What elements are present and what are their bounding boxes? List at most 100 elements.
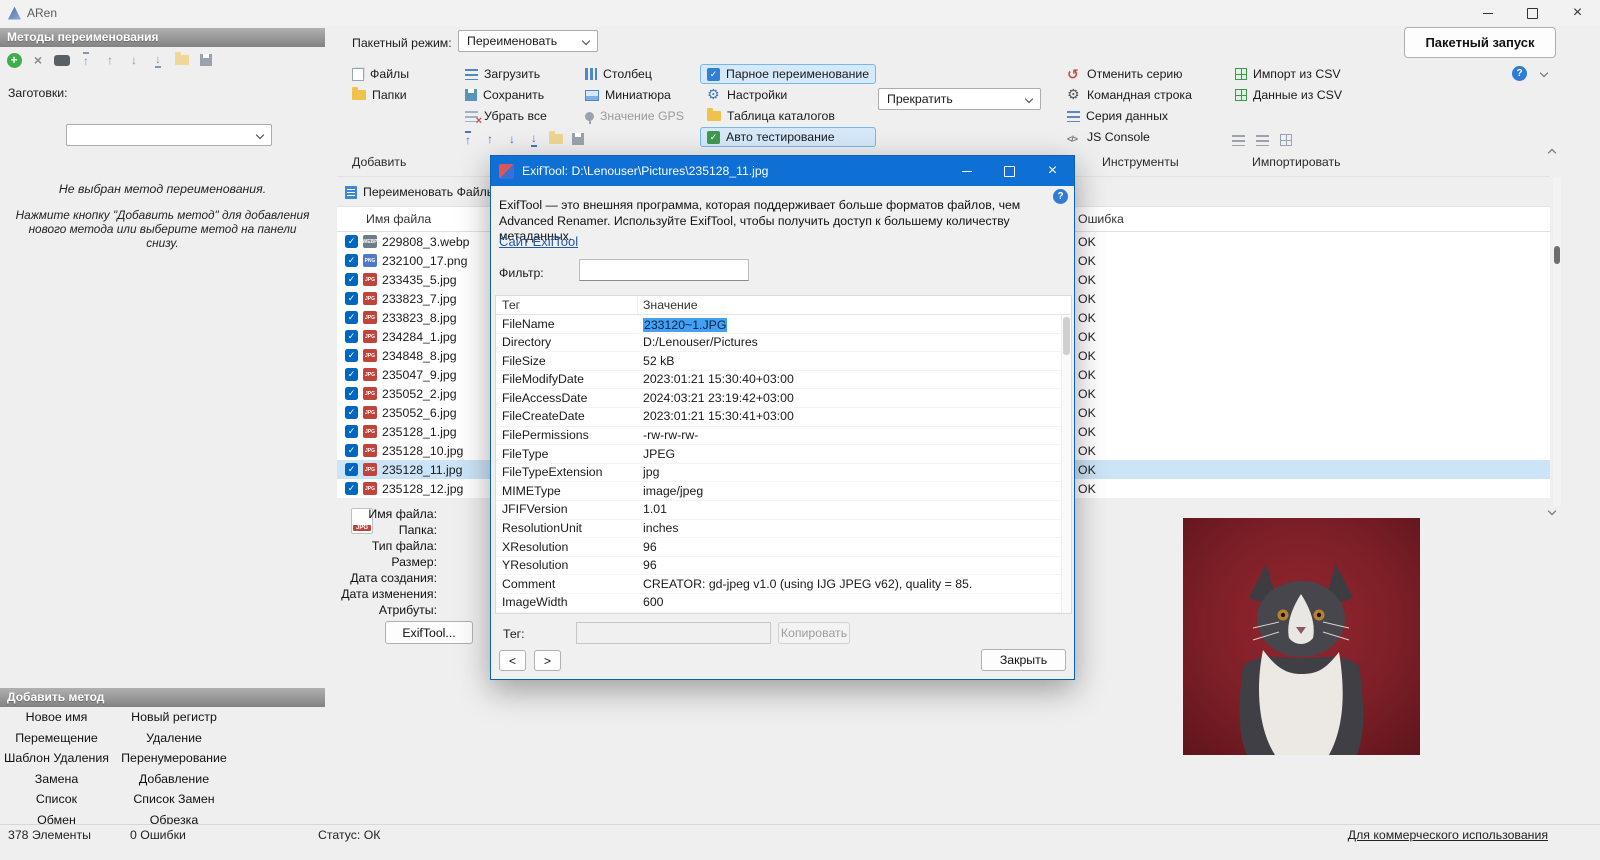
- checkbox-checked-icon[interactable]: [345, 292, 358, 305]
- filename-column-header[interactable]: Имя файла: [337, 212, 431, 226]
- checkbox-checked-icon[interactable]: [345, 311, 358, 324]
- method-item[interactable]: Список Замен: [113, 792, 235, 806]
- clear-all-button[interactable]: Убрать все: [458, 106, 588, 127]
- exif-row[interactable]: Directory D:/Lenouser/Pictures: [496, 334, 1071, 353]
- batch-run-button[interactable]: Пакетный запуск: [1404, 27, 1556, 58]
- import-csv-button[interactable]: Импорт из CSV: [1228, 64, 1349, 84]
- checkbox-checked-icon[interactable]: [345, 330, 358, 343]
- file-list-scrollbar-thumb[interactable]: [1554, 246, 1560, 264]
- tag-column-header[interactable]: Тег: [502, 298, 520, 312]
- add-method-icon-button[interactable]: [4, 50, 24, 70]
- dialog-maximize-button[interactable]: [988, 156, 1031, 186]
- filter-input[interactable]: [579, 259, 749, 281]
- exif-row[interactable]: ImageWidth 600: [496, 594, 1071, 613]
- method-item[interactable]: Добавление: [113, 772, 235, 786]
- presets-dropdown[interactable]: [66, 124, 272, 146]
- checkbox-checked-icon[interactable]: [345, 387, 358, 400]
- maximize-button[interactable]: [1510, 0, 1555, 26]
- checkbox-checked-icon[interactable]: [345, 406, 358, 419]
- exif-row[interactable]: JFIFVersion 1.01: [496, 501, 1071, 520]
- collapse-ribbon-icon[interactable]: [1539, 68, 1549, 78]
- checkbox-checked-icon[interactable]: [345, 482, 358, 495]
- exif-row[interactable]: FilePermissions -rw-rw-rw-: [496, 427, 1071, 446]
- method-move-up-button[interactable]: ↑: [100, 50, 120, 70]
- thumbnail-button[interactable]: Миниатюра: [578, 85, 691, 105]
- file-list-scrollbar[interactable]: [1553, 178, 1561, 506]
- folders-button[interactable]: Папки: [345, 85, 416, 105]
- exif-row[interactable]: FileSize 52 kB: [496, 352, 1071, 371]
- prev-tag-button[interactable]: <: [499, 650, 526, 671]
- minimize-button[interactable]: [1465, 0, 1510, 26]
- method-move-top-button[interactable]: ↑: [76, 50, 96, 70]
- checkbox-checked-icon[interactable]: [345, 273, 358, 286]
- data-series-button[interactable]: Серия данных: [1060, 106, 1199, 126]
- help-icon[interactable]: [1512, 66, 1527, 81]
- exif-row[interactable]: FileCreateDate 2023:01:21 15:30:41+03:00: [496, 408, 1071, 427]
- folder-sort-button[interactable]: [546, 129, 566, 149]
- exif-row[interactable]: YResolution 96: [496, 557, 1071, 576]
- method-move-bottom-button[interactable]: ↓: [148, 50, 168, 70]
- import-list2-button[interactable]: [1252, 130, 1272, 150]
- checkbox-checked-icon[interactable]: [345, 463, 358, 476]
- save-list-button[interactable]: Сохранить: [458, 85, 588, 105]
- method-item[interactable]: Перемещение: [0, 731, 113, 745]
- checkbox-checked-icon[interactable]: [345, 444, 358, 457]
- dialog-close-icon[interactable]: [1031, 156, 1074, 186]
- column-button[interactable]: Столбец: [578, 64, 691, 84]
- error-column-header[interactable]: Ошибка: [1078, 212, 1124, 226]
- exif-row[interactable]: ResolutionUnit inches: [496, 520, 1071, 539]
- method-options-button[interactable]: [52, 50, 72, 70]
- dialog-minimize-button[interactable]: [945, 156, 988, 186]
- checkbox-checked-icon[interactable]: [345, 349, 358, 362]
- close-dialog-button[interactable]: Закрыть: [981, 649, 1066, 671]
- undo-batch-button[interactable]: Отменить серию: [1060, 64, 1199, 84]
- method-item[interactable]: Список: [0, 792, 113, 806]
- method-item[interactable]: Перенумерование: [113, 751, 235, 765]
- method-item[interactable]: Обрезка: [113, 813, 235, 824]
- exif-table-scrollbar[interactable]: [1061, 315, 1071, 613]
- auto-test-toggle[interactable]: Авто тестирование: [700, 127, 877, 147]
- files-button[interactable]: Файлы: [345, 64, 416, 84]
- exif-row[interactable]: FileModifyDate 2023:01:21 15:30:40+03:00: [496, 371, 1071, 390]
- checkbox-checked-icon[interactable]: [345, 368, 358, 381]
- next-tag-button[interactable]: >: [534, 650, 561, 671]
- exif-row[interactable]: Comment CREATOR: gd-jpeg v1.0 (using IJG…: [496, 575, 1071, 594]
- exif-row[interactable]: FileName 233120~1.JPG: [496, 315, 1071, 334]
- js-console-button[interactable]: JS Console: [1060, 127, 1199, 147]
- method-item[interactable]: Новый регистр: [113, 710, 235, 724]
- method-item[interactable]: Замена: [0, 772, 113, 786]
- scroll-down-icon[interactable]: [1547, 506, 1557, 516]
- stop-dropdown[interactable]: Прекратить: [878, 88, 1041, 110]
- rename-files-tab[interactable]: Переименовать Файлы: [345, 185, 496, 199]
- method-item[interactable]: Шаблон Удаления: [0, 751, 113, 765]
- data-from-csv-button[interactable]: Данные из CSV: [1228, 85, 1349, 105]
- value-column-header[interactable]: Значение: [643, 298, 698, 312]
- move-down-button[interactable]: ↓: [502, 129, 522, 149]
- import-list-button[interactable]: [1228, 130, 1248, 150]
- tag-input[interactable]: [576, 622, 771, 644]
- exif-row[interactable]: XResolution 96: [496, 538, 1071, 557]
- scroll-up-icon[interactable]: [1547, 148, 1557, 158]
- exif-row[interactable]: FileAccessDate 2024:03:21 23:19:42+03:00: [496, 389, 1071, 408]
- method-item[interactable]: Новое имя: [0, 710, 113, 724]
- move-to-bottom-button[interactable]: ↓: [524, 129, 544, 149]
- import-grid-button[interactable]: [1276, 130, 1296, 150]
- move-up-button[interactable]: ↑: [480, 129, 500, 149]
- exif-row[interactable]: MIMEType image/jpeg: [496, 482, 1071, 501]
- copy-button[interactable]: Копировать: [778, 622, 850, 644]
- exif-row[interactable]: FileType JPEG: [496, 445, 1071, 464]
- settings-button[interactable]: Настройки: [700, 85, 876, 105]
- batch-mode-dropdown[interactable]: Переименовать: [458, 30, 598, 52]
- commercial-license-link[interactable]: Для коммерческого использования: [1348, 828, 1548, 842]
- method-item[interactable]: Удаление: [113, 731, 235, 745]
- method-item[interactable]: Обмен: [0, 813, 113, 824]
- exiftool-button[interactable]: ExifTool...: [385, 621, 473, 644]
- exiftool-website-link[interactable]: Сайт ExifTool: [499, 234, 578, 249]
- checkbox-checked-icon[interactable]: [345, 254, 358, 267]
- exif-table-scrollbar-thumb[interactable]: [1063, 317, 1070, 355]
- pair-rename-toggle[interactable]: Парное переименование: [700, 64, 877, 84]
- save-sort-button[interactable]: [568, 129, 588, 149]
- move-to-top-button[interactable]: ↑: [458, 129, 478, 149]
- method-save-button[interactable]: [196, 50, 216, 70]
- directory-table-button[interactable]: Таблица каталогов: [700, 106, 876, 126]
